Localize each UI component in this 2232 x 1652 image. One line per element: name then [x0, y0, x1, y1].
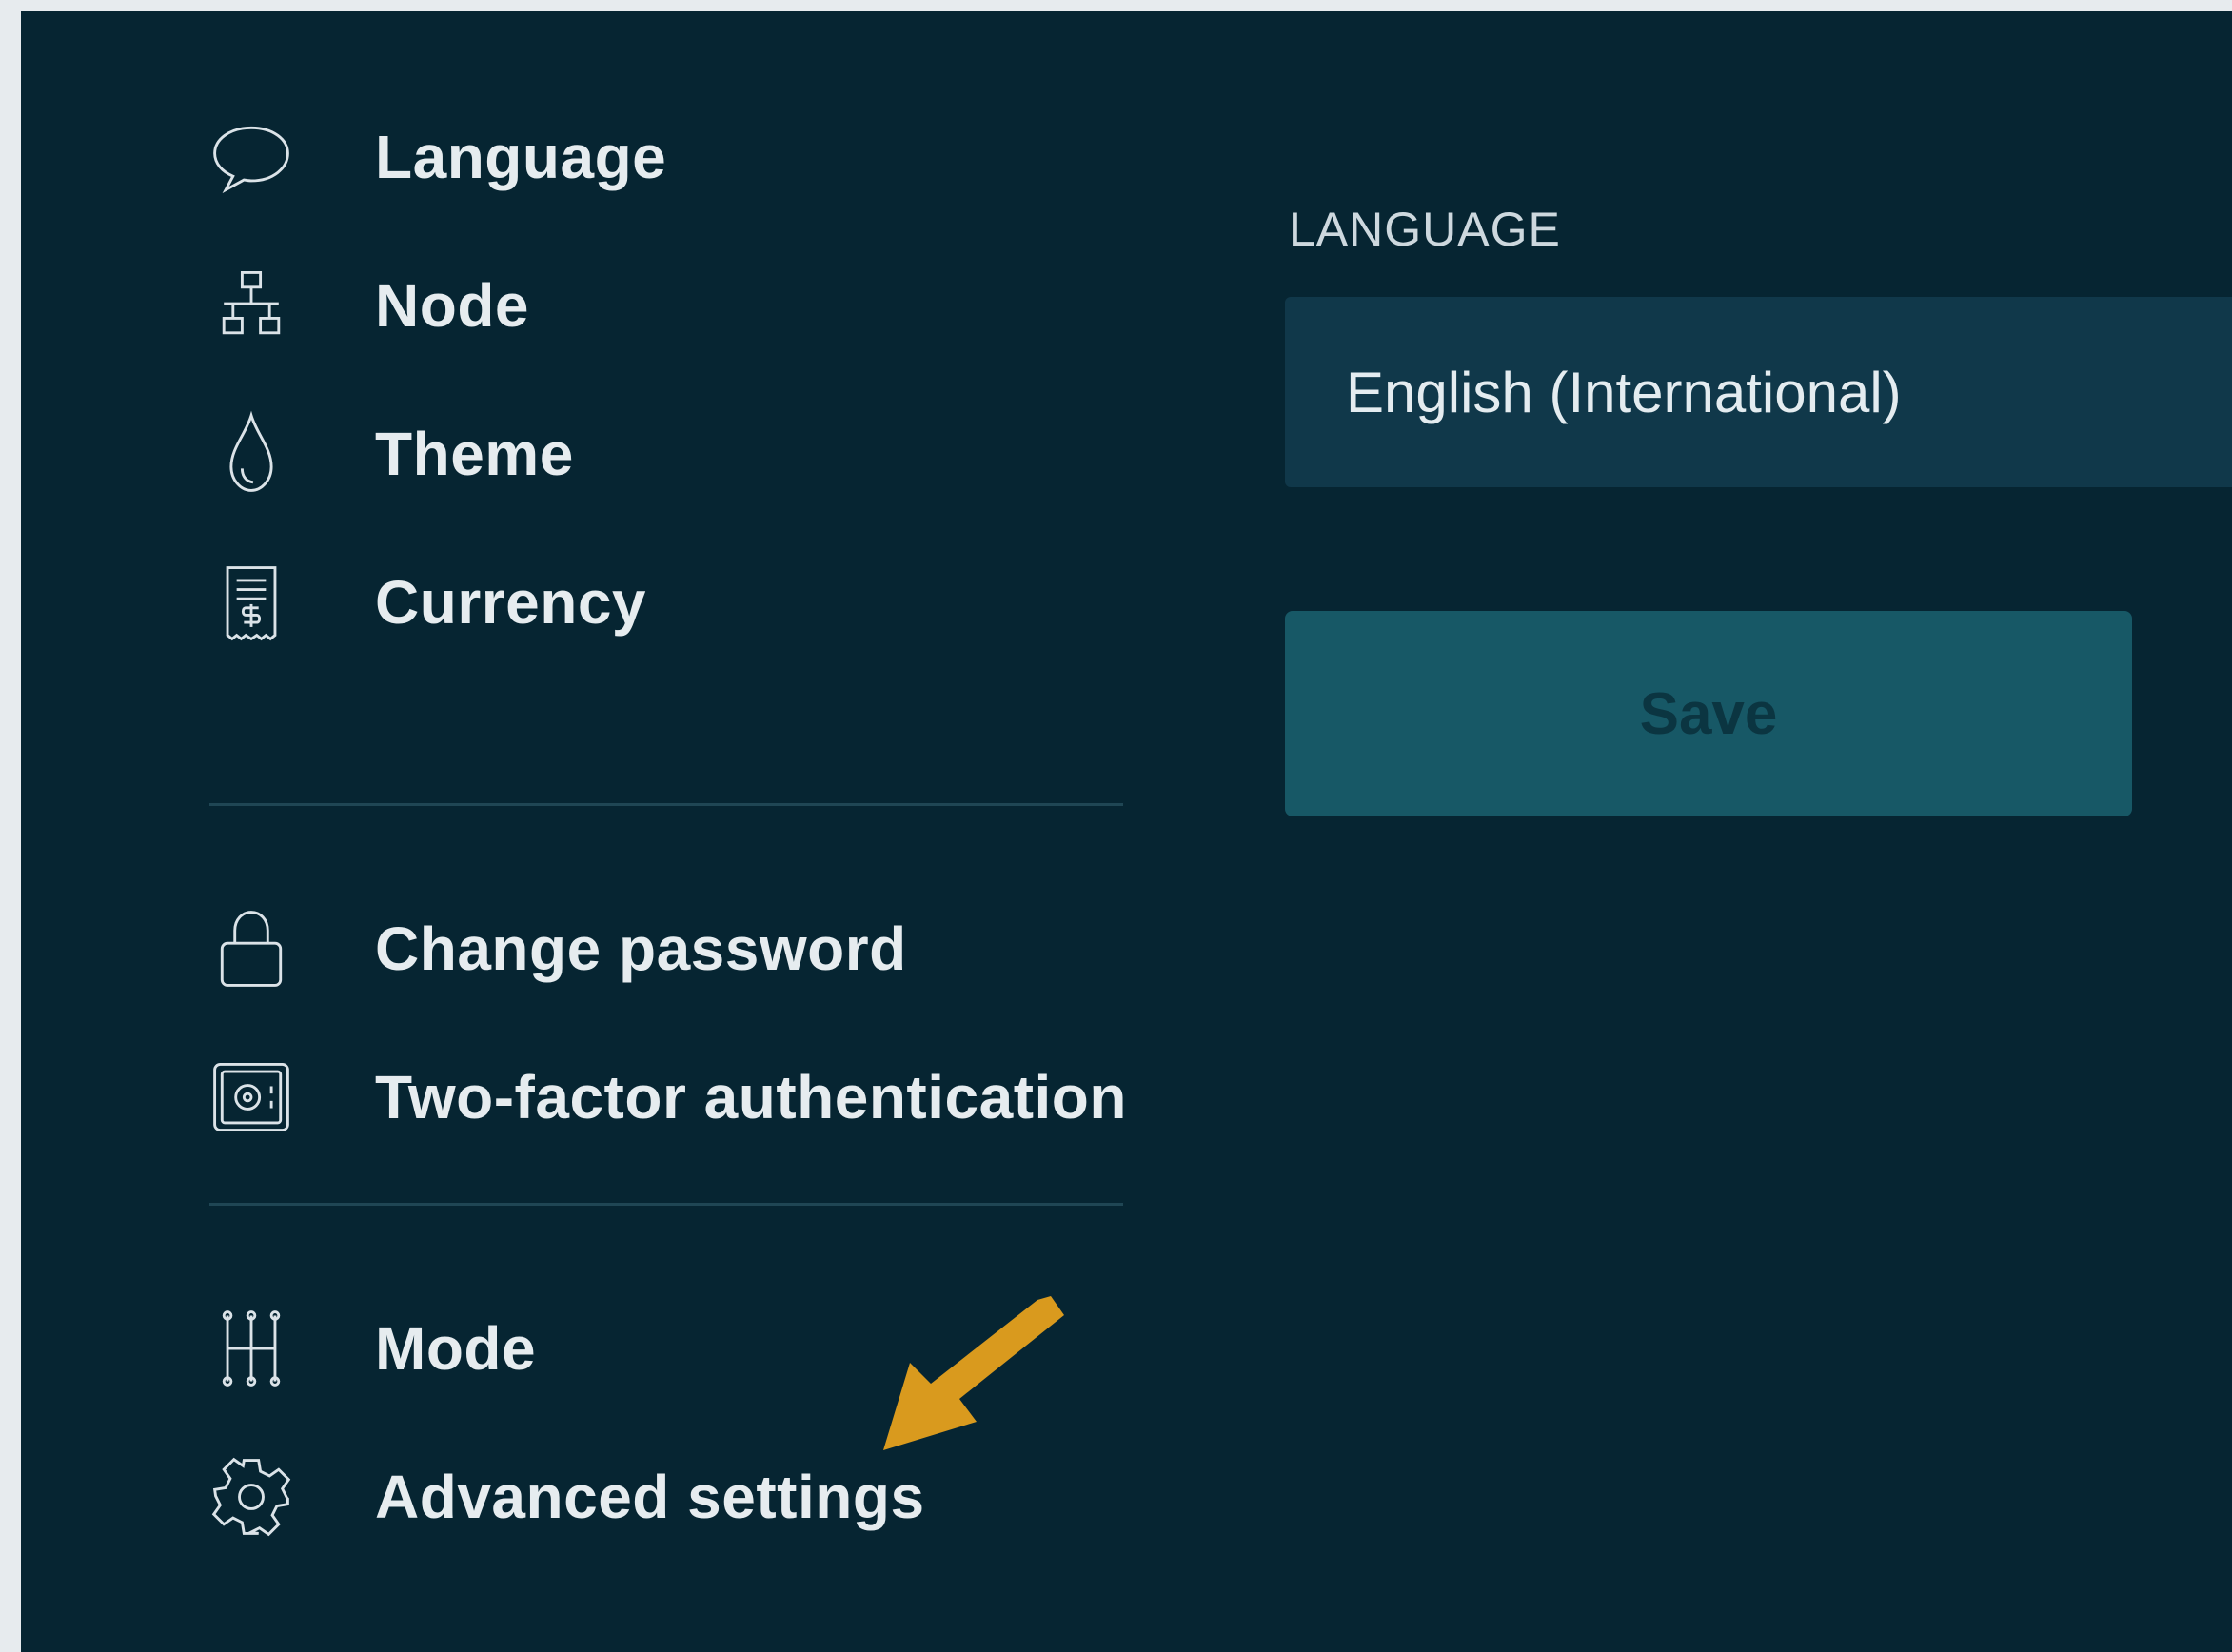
settings-main-panel: LANGUAGE English (International) Save: [1285, 11, 2232, 1652]
sidebar-divider: [209, 803, 1123, 806]
language-select-value: English (International): [1346, 360, 1902, 424]
safe-icon: [206, 1050, 301, 1145]
sidebar-item-change-password[interactable]: Change password: [206, 896, 907, 1001]
sidebar-item-label: Language: [375, 123, 667, 191]
speech-bubble-icon: [206, 109, 301, 205]
sidebar-item-label: Two-factor authentication: [375, 1063, 1127, 1131]
sidebar-item-label: Change password: [375, 914, 907, 983]
sidebar-item-label: Currency: [375, 568, 646, 637]
sidebar-item-theme[interactable]: Theme: [206, 402, 574, 506]
sidebar-item-label: Node: [375, 271, 529, 340]
sidebar-item-mode[interactable]: Mode: [206, 1296, 536, 1401]
sidebar-item-two-factor-authentication[interactable]: Two-factor authentication: [206, 1045, 1127, 1150]
network-icon: [206, 258, 301, 353]
language-section-label: LANGUAGE: [1289, 203, 1561, 256]
gear-shift-icon: [206, 1301, 301, 1396]
sidebar-item-node[interactable]: Node: [206, 253, 529, 358]
sidebar-item-language[interactable]: Language: [206, 105, 666, 209]
gear-icon: [206, 1449, 301, 1544]
language-select[interactable]: English (International): [1285, 297, 2232, 487]
settings-window: Language Node Theme Currency Change pass…: [21, 11, 2232, 1652]
save-button[interactable]: Save: [1285, 611, 2132, 816]
sidebar-item-label: Mode: [375, 1314, 537, 1383]
sidebar-item-label: Theme: [375, 420, 574, 488]
sidebar-item-label: Advanced settings: [375, 1463, 925, 1531]
sidebar-item-advanced-settings[interactable]: Advanced settings: [206, 1445, 925, 1549]
sidebar-item-currency[interactable]: Currency: [206, 550, 646, 655]
droplet-icon: [206, 406, 301, 502]
receipt-icon: [206, 555, 301, 650]
annotation-arrow-icon: [883, 1296, 1064, 1450]
lock-icon: [206, 901, 301, 996]
sidebar-divider: [209, 1203, 1123, 1206]
